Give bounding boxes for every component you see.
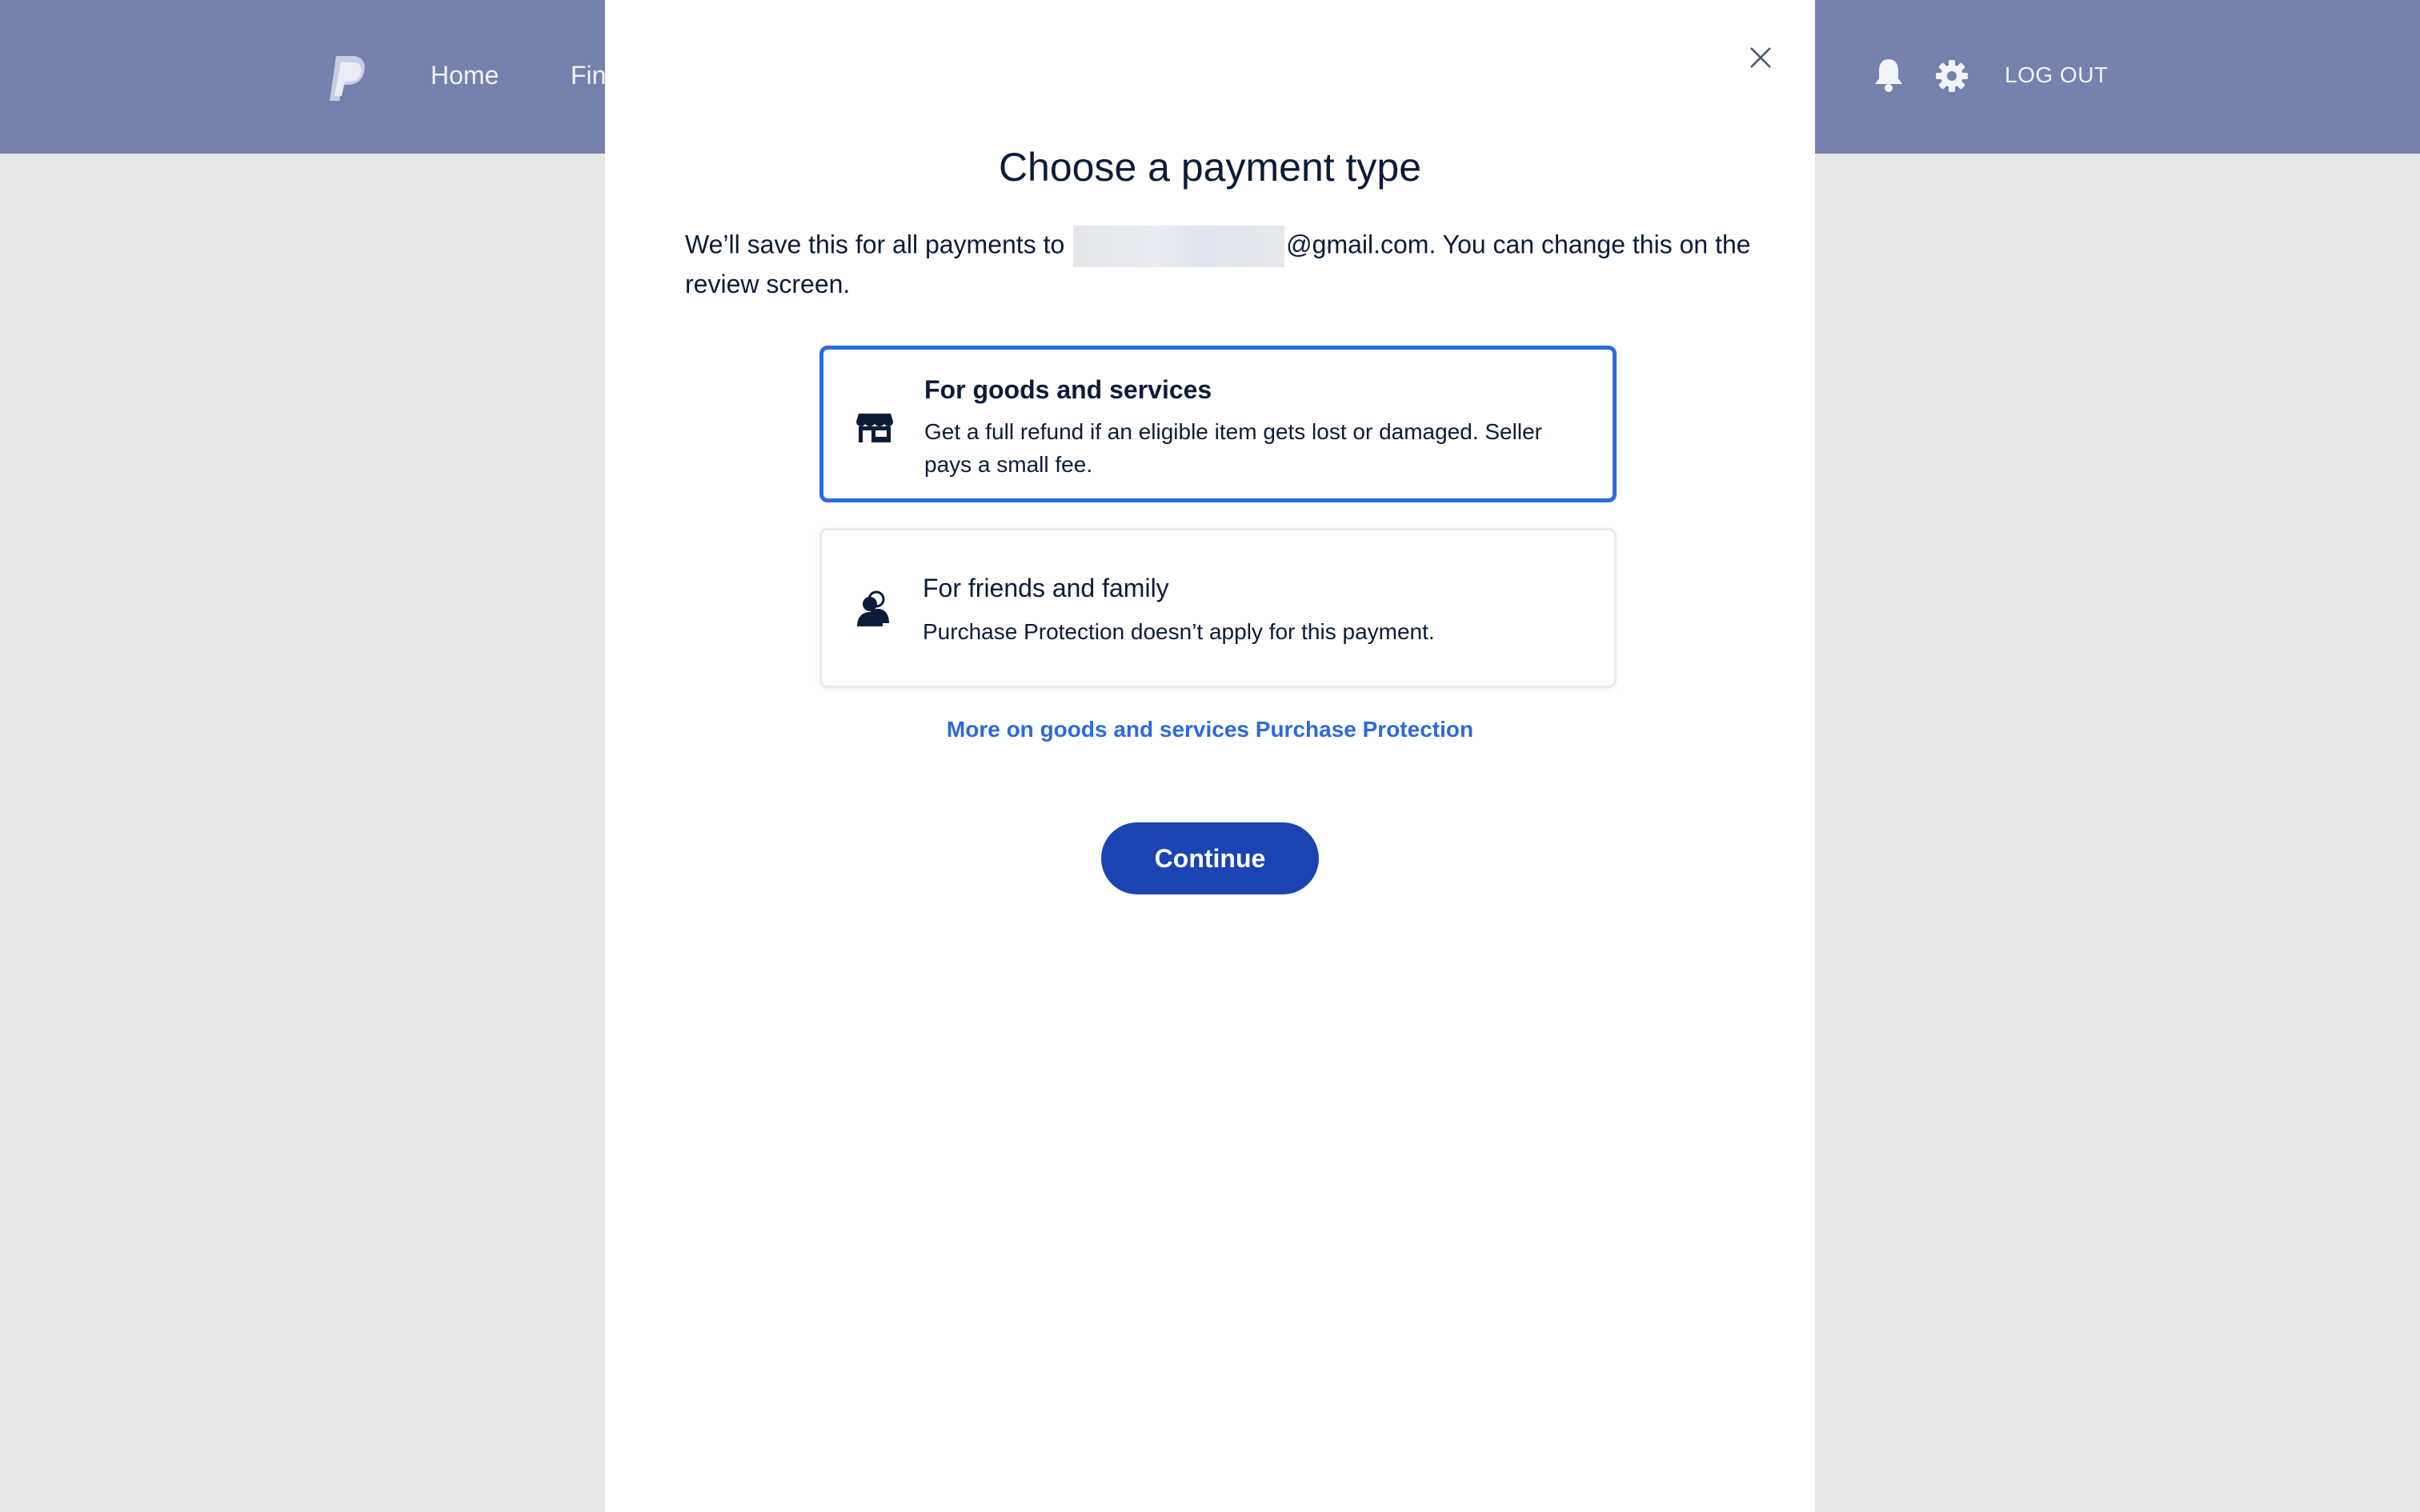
option-friends-and-family[interactable]: For friends and family Purchase Protecti… (819, 528, 1617, 688)
payment-type-dialog: Choose a payment type We’ll save this fo… (605, 0, 1815, 1512)
option-description: Get a full refund if an eligible item ge… (924, 419, 1542, 477)
option-title: For friends and family (923, 574, 1169, 602)
dialog-title: Choose a payment type (998, 145, 1422, 190)
dialog-description: We’ll save this for all payments to @gma… (685, 226, 1757, 301)
option-description: Purchase Protection doesn’t apply for th… (923, 619, 1435, 644)
purchase-protection-link[interactable]: More on goods and services Purchase Prot… (605, 717, 1815, 742)
redacted-email (1073, 226, 1285, 267)
continue-button[interactable]: Continue (1101, 822, 1319, 894)
bell-icon[interactable] (1873, 56, 1905, 93)
paypal-logo[interactable] (325, 51, 370, 102)
close-icon[interactable] (1745, 42, 1777, 74)
nav-finances-link[interactable]: Fin (571, 61, 606, 90)
description-prefix: We’ll save this for all payments to (685, 230, 1065, 259)
option-goods-and-services[interactable]: For goods and services Get a full refund… (819, 346, 1617, 502)
gear-icon[interactable] (1935, 59, 1969, 93)
people-icon (857, 590, 889, 626)
store-icon (856, 414, 893, 442)
nav-home-link[interactable]: Home (431, 61, 499, 90)
option-title: For goods and services (924, 375, 1212, 404)
logout-link[interactable]: LOG OUT (2005, 62, 2109, 88)
